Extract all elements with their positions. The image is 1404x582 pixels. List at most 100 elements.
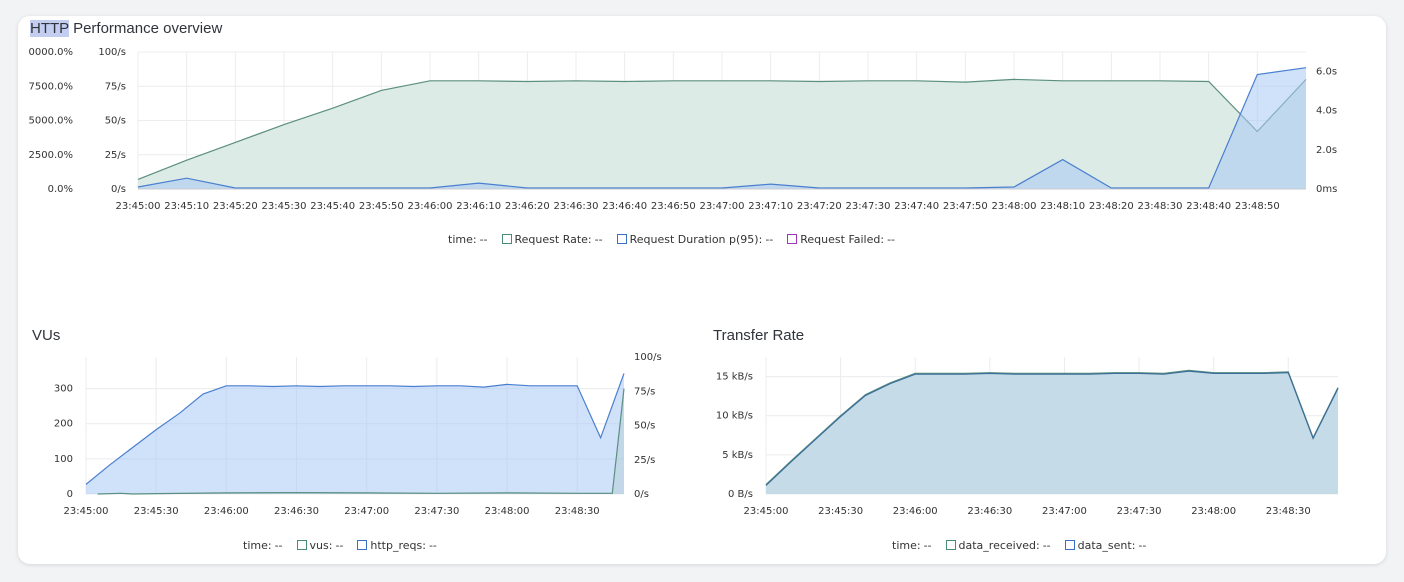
vus-legend: time: -- vus: -- http_reqs: -- (243, 539, 437, 552)
x-tick: 23:45:40 (310, 201, 355, 212)
x-tick: 23:48:10 (1040, 201, 1085, 212)
x-tick: 23:45:00 (116, 201, 161, 212)
y-tick-pct: 7500.0% (29, 81, 74, 92)
x-tick: 23:48:40 (1186, 201, 1231, 212)
y-tick-transfer: 0 B/s (728, 489, 753, 500)
legend-item-time: time: -- (243, 539, 283, 552)
y-tick-rate: 100/s (634, 352, 662, 363)
y-tick-duration: 2.0s (1316, 145, 1337, 156)
y-tick-pct: 2500.0% (29, 150, 74, 161)
y-tick-pct: 0.0% (48, 184, 73, 195)
legend-item-time: time: -- (448, 233, 488, 246)
transfer-legend: time: -- data_received: -- data_sent: -- (892, 539, 1146, 552)
x-tick: 23:48:00 (992, 201, 1037, 212)
legend-item-data-sent[interactable]: data_sent: -- (1064, 539, 1146, 552)
x-tick: 23:47:30 (846, 201, 891, 212)
y-tick-vus: 300 (54, 384, 73, 395)
legend-swatch[interactable] (501, 234, 512, 244)
charts-canvas: 0/s 0.0% 25/s 2500.0% 50/s 5000.0% 75/s 7500.0%… (29, 47, 1339, 517)
y-tick-rate: 75/s (634, 386, 655, 397)
x-tick: 23:48:30 (555, 506, 600, 517)
x-tick: 23:48:30 (1266, 506, 1311, 517)
x-tick: 23:47:30 (414, 506, 459, 517)
x-tick: 23:48:20 (1089, 201, 1134, 212)
legend-value: -- (274, 539, 283, 552)
x-tick: 23:47:00 (1042, 506, 1087, 517)
legend-value: -- (594, 233, 603, 246)
legend-label: Request Duration p(95): (629, 233, 763, 246)
legend-item-http-reqs[interactable]: http_reqs: -- (357, 539, 437, 552)
legend-label: Request Rate: (514, 233, 592, 246)
y-tick-rate: 25/s (634, 455, 655, 466)
legend-item-vus[interactable]: vus: -- (296, 539, 344, 552)
data-received-area (766, 370, 1338, 494)
y-tick-transfer: 5 kB/s (722, 450, 753, 461)
x-tick: 23:45:30 (262, 201, 307, 212)
legend-swatch[interactable] (616, 234, 627, 244)
x-tick: 23:47:40 (894, 201, 939, 212)
x-tick: 23:46:10 (456, 201, 501, 212)
dashboard-card: HTTP Performance overview VUs Transfer R… (18, 16, 1386, 564)
y-tick-transfer: 15 kB/s (716, 372, 753, 383)
legend-item-data-received[interactable]: data_received: -- (945, 539, 1051, 552)
y-tick-rate: 50/s (634, 421, 655, 432)
y-tick-pct: 0000.0% (29, 47, 74, 58)
legend-swatch[interactable] (787, 234, 798, 244)
y-tick-vus: 100 (54, 454, 73, 465)
legend-label: data_sent: (1077, 539, 1136, 552)
x-tick: 23:46:50 (651, 201, 696, 212)
x-tick: 23:47:50 (943, 201, 988, 212)
x-tick: 23:46:00 (408, 201, 453, 212)
x-tick: 23:46:30 (274, 506, 319, 517)
x-tick: 23:47:00 (700, 201, 745, 212)
x-tick: 23:45:10 (164, 201, 209, 212)
legend-value: -- (765, 233, 774, 246)
legend-label: time: (243, 539, 272, 552)
legend-value: -- (923, 539, 932, 552)
legend-label: Request Failed: (800, 233, 885, 246)
legend-label: time: (448, 233, 477, 246)
x-tick: 23:45:20 (213, 201, 258, 212)
x-tick: 23:45:50 (359, 201, 404, 212)
legend-item-request-rate[interactable]: Request Rate: -- (501, 233, 603, 246)
legend-item-request-failed[interactable]: Request Failed: -- (787, 233, 895, 246)
legend-swatch[interactable] (945, 540, 956, 550)
http-legend: time: -- Request Rate: -- Request Duration p… (448, 233, 895, 246)
x-tick: 23:45:30 (134, 506, 179, 517)
y-tick-rate: 0/s (634, 489, 649, 500)
x-tick: 23:45:30 (818, 506, 863, 517)
y-tick-transfer: 10 kB/s (716, 411, 753, 422)
y-tick-duration: 0ms (1316, 184, 1337, 195)
legend-swatch[interactable] (357, 540, 368, 550)
x-tick: 23:45:00 (744, 506, 789, 517)
y-tick-rate: 50/s (105, 116, 126, 127)
x-tick: 23:47:10 (748, 201, 793, 212)
y-tick-rate: 0/s (111, 184, 126, 195)
y-tick-rate: 25/s (105, 150, 126, 161)
legend-value: -- (335, 539, 344, 552)
x-tick: 23:48:30 (1138, 201, 1183, 212)
legend-item-request-duration-p-95[interactable]: Request Duration p(95): -- (616, 233, 774, 246)
y-tick-vus: 200 (54, 419, 73, 430)
x-tick: 23:47:30 (1117, 506, 1162, 517)
x-tick: 23:46:00 (893, 506, 938, 517)
y-tick-pct: 5000.0% (29, 116, 74, 127)
x-tick: 23:47:00 (344, 506, 389, 517)
legend-label: http_reqs: (370, 539, 426, 552)
legend-swatch[interactable] (1064, 540, 1075, 550)
y-tick-rate: 100/s (98, 47, 126, 58)
legend-label: time: (892, 539, 921, 552)
y-tick-duration: 6.0s (1316, 67, 1337, 78)
legend-label: data_received: (958, 539, 1040, 552)
legend-swatch[interactable] (296, 540, 307, 550)
x-tick: 23:46:20 (505, 201, 550, 212)
x-tick: 23:48:00 (485, 506, 530, 517)
request-rate-area (138, 79, 1306, 189)
x-tick: 23:48:50 (1235, 201, 1280, 212)
x-tick: 23:46:30 (554, 201, 599, 212)
x-tick: 23:46:40 (602, 201, 647, 212)
x-tick: 23:46:00 (204, 506, 249, 517)
x-tick: 23:47:20 (797, 201, 842, 212)
legend-value: -- (887, 233, 896, 246)
x-tick: 23:45:00 (64, 506, 109, 517)
